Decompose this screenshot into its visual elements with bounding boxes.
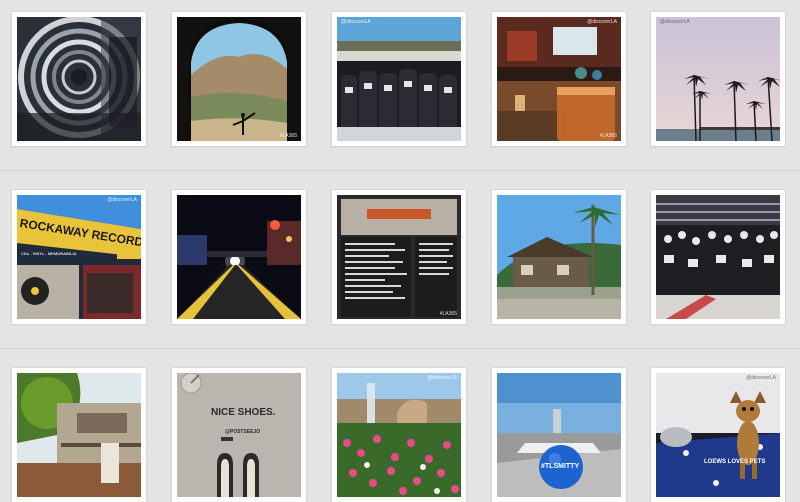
sidewalk-sub-text: @POSTSEEJO <box>225 429 261 435</box>
sidewalk-text: NICE SHOES. <box>211 407 276 418</box>
watermark-label: @discoverLA <box>587 19 617 25</box>
photo-image: ROCKAWAY RECORDS CDs - VINYL - MEMORABIL… <box>17 195 141 319</box>
row-divider <box>0 170 800 171</box>
store-sub-text: CDs - VINYL - MEMORABILIA <box>21 251 77 256</box>
photo-image <box>17 373 141 497</box>
watermark-label: @discoverLA <box>660 19 690 25</box>
row-divider <box>0 348 800 349</box>
photo-tile-craftsman-house[interactable] <box>492 190 626 324</box>
photo-image <box>656 195 780 319</box>
photo-tile-chihuahua[interactable]: LOEWS LOVES PETS @discoverLA <box>651 368 785 502</box>
watermark-label: @discoverLA <box>107 197 137 203</box>
photo-tile-hockey-team[interactable]: @discoverLA <box>332 12 466 146</box>
balloon-text: #TLSMITTY <box>541 463 580 470</box>
photo-grid: #LA365 @discoverLA @discoverLA #LA365 @d… <box>0 0 800 502</box>
photo-tile-sidewalk-shoes[interactable]: NICE SHOES. @POSTSEEJO <box>172 368 306 502</box>
photo-tile-chalkboard-menu[interactable]: #LA365 <box>332 190 466 324</box>
photo-image: @discoverLA <box>337 373 461 497</box>
photo-image: @discoverLA <box>656 17 780 141</box>
photo-image: NICE SHOES. @POSTSEEJO <box>177 373 301 497</box>
photo-image: @discoverLA #LA365 <box>497 17 621 141</box>
photo-image <box>177 195 301 319</box>
photo-tile-cave-arch[interactable]: #LA365 <box>172 12 306 146</box>
photo-image: #TLSMITTY <box>497 373 621 497</box>
photo-image: @discoverLA <box>337 17 461 141</box>
photo-image <box>497 195 621 319</box>
photo-image <box>17 17 141 141</box>
photo-tile-spiral-staircase[interactable] <box>12 12 146 146</box>
photo-image: #LA365 <box>337 195 461 319</box>
photo-image: #LA365 <box>177 17 301 141</box>
photo-image: LOEWS LOVES PETS @discoverLA <box>656 373 780 497</box>
photo-tile-garden-courtyard[interactable] <box>12 368 146 502</box>
photo-tile-palm-trees[interactable]: @discoverLA <box>651 12 785 146</box>
photo-tile-balloon-helipad[interactable]: #TLSMITTY <box>492 368 626 502</box>
photo-tile-fountain-garden[interactable]: @discoverLA <box>332 368 466 502</box>
photo-tile-bar[interactable]: @discoverLA #LA365 <box>492 12 626 146</box>
pet-bed-text: LOEWS LOVES PETS <box>704 459 766 465</box>
photo-tile-night-road[interactable] <box>172 190 306 324</box>
photo-tile-record-store[interactable]: ROCKAWAY RECORDS CDs - VINYL - MEMORABIL… <box>12 190 146 324</box>
watermark-label: @discoverLA <box>341 19 371 25</box>
watermark-label: @discoverLA <box>427 375 457 381</box>
hashtag-label: #LA365 <box>439 311 457 317</box>
hashtag-label: #LA365 <box>599 133 617 139</box>
photo-tile-hockey-celebration[interactable] <box>651 190 785 324</box>
hashtag-label: #LA365 <box>279 133 297 139</box>
watermark-label: @discoverLA <box>746 375 776 381</box>
